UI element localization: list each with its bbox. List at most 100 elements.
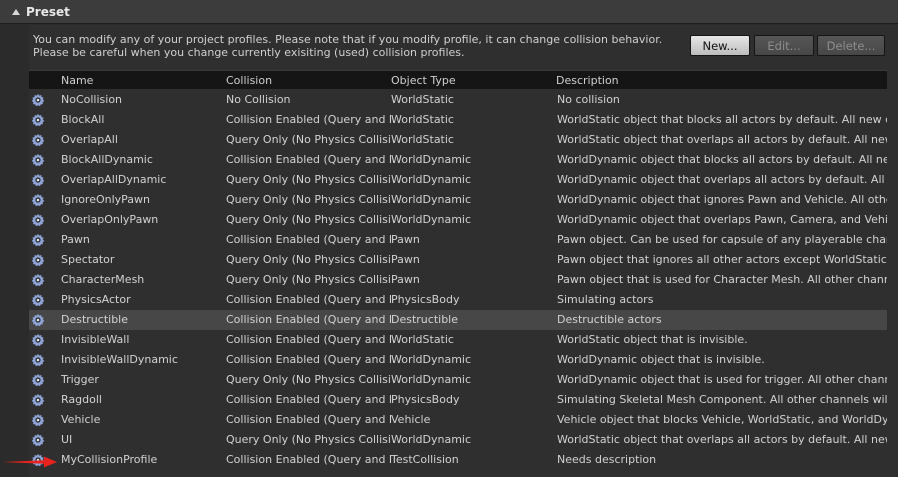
collision-profile-icon xyxy=(31,113,45,127)
column-description-header[interactable]: Description xyxy=(556,74,619,87)
profile-row[interactable]: BlockAll Collision Enabled (Query and Phy… xyxy=(29,110,887,130)
profile-name: UI xyxy=(61,433,73,446)
profile-name: CharacterMesh xyxy=(61,273,145,286)
profile-collision: Query Only (No Physics Collision xyxy=(226,253,391,266)
annotation-arrow-icon xyxy=(2,456,57,468)
new-button[interactable]: New... xyxy=(690,35,750,56)
profile-name: Spectator xyxy=(61,253,115,266)
collision-profile-icon xyxy=(31,413,45,427)
profile-description: Pawn object. Can be used for capsule of … xyxy=(557,233,887,246)
profile-collision: Collision Enabled (Query and Phy xyxy=(226,333,391,346)
profile-collision: Query Only (No Physics Collision xyxy=(226,133,391,146)
profile-name: BlockAllDynamic xyxy=(61,153,153,166)
scrollbar-track[interactable] xyxy=(888,60,898,477)
info-row: You can modify any of your project profi… xyxy=(29,25,898,69)
profile-object-type: TestCollision xyxy=(391,453,459,466)
preset-section-header[interactable]: Preset xyxy=(0,0,898,24)
profile-description: WorldDynamic object that is invisible. xyxy=(557,353,765,366)
profile-description: WorldStatic object that is invisible. xyxy=(557,333,748,346)
section-title: Preset xyxy=(26,4,70,19)
profile-name: Ragdoll xyxy=(61,393,102,406)
profile-description: Pawn object that is used for Character M… xyxy=(557,273,887,286)
collision-profile-icon xyxy=(31,313,45,327)
profile-collision: Collision Enabled (Query and Phy xyxy=(226,353,391,366)
profile-object-type: Pawn xyxy=(391,233,420,246)
collision-profile-icon xyxy=(31,253,45,267)
profile-name: MyCollisionProfile xyxy=(61,453,158,466)
profile-description: Needs description xyxy=(557,453,657,466)
profile-description: Pawn object that ignores all other actor… xyxy=(557,253,887,266)
collision-profile-icon xyxy=(31,133,45,147)
edit-button[interactable]: Edit... xyxy=(754,35,814,56)
profile-row[interactable]: Ragdoll Collision Enabled (Query and Phy P… xyxy=(29,390,887,410)
profile-row[interactable]: Vehicle Collision Enabled (Query and Phy V… xyxy=(29,410,887,430)
profile-object-type: WorldStatic xyxy=(391,333,454,346)
collision-profile-icon xyxy=(31,433,45,447)
profile-description: WorldStatic object that overlaps all act… xyxy=(557,433,887,446)
profile-object-type: Pawn xyxy=(391,273,420,286)
profile-description: WorldStatic object that blocks all actor… xyxy=(557,113,887,126)
profile-row[interactable]: Spectator Query Only (No Physics Collisio… xyxy=(29,250,887,270)
profile-object-type: WorldDynamic xyxy=(391,353,472,366)
collision-profile-icon xyxy=(31,373,45,387)
profile-name: Trigger xyxy=(61,373,99,386)
profile-name: Destructible xyxy=(61,313,128,326)
profile-row[interactable]: InvisibleWallDynamic Collision Enabled (Q… xyxy=(29,350,887,370)
profile-collision: Query Only (No Physics Collision xyxy=(226,213,391,226)
collision-profile-icon xyxy=(31,93,45,107)
profile-row[interactable]: IgnoreOnlyPawn Query Only (No Physics Col… xyxy=(29,190,887,210)
profile-collision: Collision Enabled (Query and Phy xyxy=(226,153,391,166)
profile-description: WorldDynamic object that overlaps all ac… xyxy=(557,173,887,186)
profile-object-type: WorldDynamic xyxy=(391,173,472,186)
profile-collision: Collision Enabled (Query and Phy xyxy=(226,233,391,246)
collision-profile-icon xyxy=(31,293,45,307)
profile-row[interactable]: OverlapAllDynamic Query Only (No Physics … xyxy=(29,170,887,190)
collision-profile-icon xyxy=(31,233,45,247)
profile-description: WorldDynamic object that overlaps Pawn, … xyxy=(557,213,887,226)
profile-object-type: Vehicle xyxy=(391,413,431,426)
profile-collision: Query Only (No Physics Collision xyxy=(226,373,391,386)
column-object-type-header[interactable]: Object Type xyxy=(391,74,456,87)
profile-description: WorldDynamic object that ignores Pawn an… xyxy=(557,193,887,206)
profile-row[interactable]: PhysicsActor Collision Enabled (Query and… xyxy=(29,290,887,310)
column-header: Name Collision Object Type Description xyxy=(29,70,887,89)
profile-collision: Collision Enabled (Query and Phy xyxy=(226,313,391,326)
profile-object-type: WorldStatic xyxy=(391,93,454,106)
profile-description: WorldDynamic object that is used for tri… xyxy=(557,373,887,386)
profile-collision: Query Only (No Physics Collision xyxy=(226,433,391,446)
profile-name: Vehicle xyxy=(61,413,101,426)
preset-panel: You can modify any of your project profi… xyxy=(29,25,898,477)
profile-name: PhysicsActor xyxy=(61,293,131,306)
profile-collision: Collision Enabled (Query and Phy xyxy=(226,113,391,126)
profile-row[interactable]: UI Query Only (No Physics Collision WorldD… xyxy=(29,430,887,450)
profile-row[interactable]: InvisibleWall Collision Enabled (Query an… xyxy=(29,330,887,350)
profile-collision: Collision Enabled (Query and Phy xyxy=(226,293,391,306)
profile-row[interactable]: Destructible Collision Enabled (Query and… xyxy=(29,310,887,330)
profile-object-type: PhysicsBody xyxy=(391,293,460,306)
column-collision-header[interactable]: Collision xyxy=(226,74,272,87)
profile-row[interactable]: MyCollisionProfile Collision Enabled (Que… xyxy=(29,450,887,470)
profile-row[interactable]: CharacterMesh Query Only (No Physics Coll… xyxy=(29,270,887,290)
profile-object-type: WorldDynamic xyxy=(391,433,472,446)
profile-name: InvisibleWallDynamic xyxy=(61,353,178,366)
profile-row[interactable]: Trigger Query Only (No Physics Collision W… xyxy=(29,370,887,390)
profile-collision: Collision Enabled (Query and Phy xyxy=(226,393,391,406)
delete-button[interactable]: Delete... xyxy=(817,35,885,56)
column-name-header[interactable]: Name xyxy=(61,74,93,87)
profile-row[interactable]: Pawn Collision Enabled (Query and Phy Pawn… xyxy=(29,230,887,250)
profile-collision: Collision Enabled (Query and Phy xyxy=(226,413,391,426)
profile-description: Vehicle object that blocks Vehicle, Worl… xyxy=(557,413,887,426)
profile-row[interactable]: OverlapAll Query Only (No Physics Collisi… xyxy=(29,130,887,150)
profile-name: NoCollision xyxy=(61,93,123,106)
profile-object-type: WorldStatic xyxy=(391,133,454,146)
profile-row[interactable]: OverlapOnlyPawn Query Only (No Physics Co… xyxy=(29,210,887,230)
profile-row[interactable]: NoCollision No Collision WorldStatic No col… xyxy=(29,90,887,110)
collapse-chevron-icon[interactable] xyxy=(12,8,20,15)
profile-description: WorldStatic object that overlaps all act… xyxy=(557,133,887,146)
profile-description: Simulating Skeletal Mesh Component. All … xyxy=(557,393,887,406)
collision-profile-icon xyxy=(31,333,45,347)
profile-description: WorldDynamic object that blocks all acto… xyxy=(557,153,887,166)
collision-profile-icon xyxy=(31,393,45,407)
profile-object-type: Destructible xyxy=(391,313,458,326)
profile-row[interactable]: BlockAllDynamic Collision Enabled (Query … xyxy=(29,150,887,170)
